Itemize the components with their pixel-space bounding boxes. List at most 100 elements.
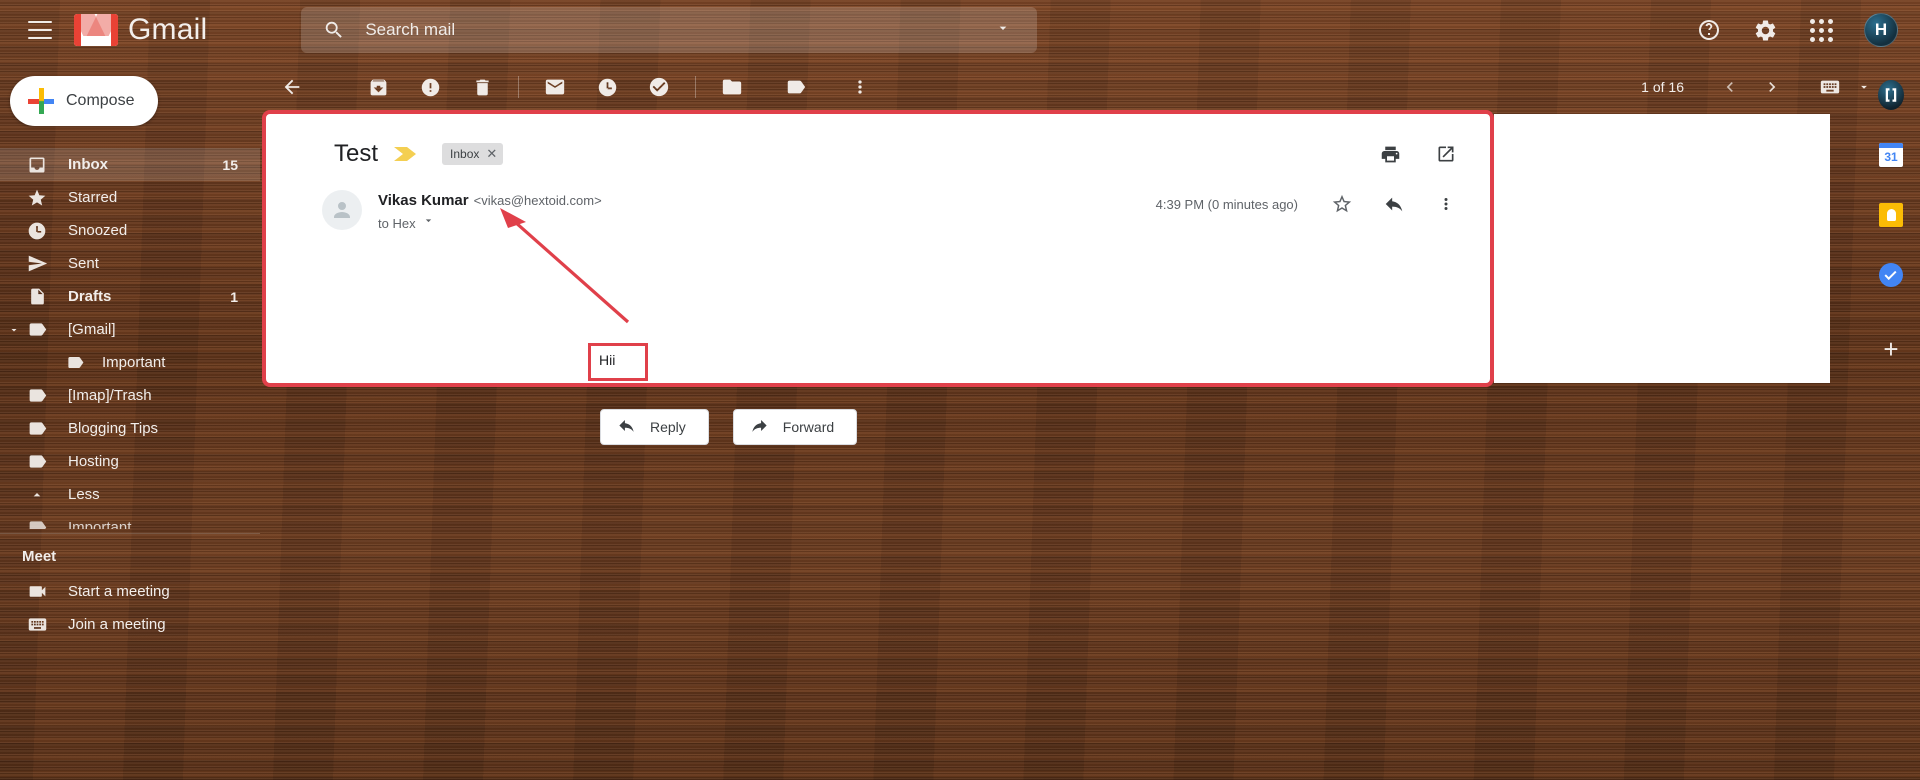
more-vertical-icon[interactable]	[1434, 192, 1458, 216]
report-spam-button[interactable]	[410, 67, 450, 107]
sidebar-item-important-partial[interactable]: Important	[0, 511, 260, 529]
pagination-range: 1 of 16	[1641, 79, 1684, 95]
google-calendar-icon[interactable]: 31	[1878, 142, 1904, 168]
header-actions: H	[1696, 0, 1920, 60]
sender-name: Vikas Kumar	[378, 192, 469, 209]
subject-row: Test Inbox ✕	[266, 114, 1490, 168]
sidebar-item-label: [Gmail]	[68, 321, 116, 338]
labels-button[interactable]	[776, 67, 816, 107]
sidebar-item-label: Hosting	[68, 453, 119, 470]
sidebar-scroll-clip: Important	[0, 511, 260, 529]
snooze-button[interactable]	[587, 67, 627, 107]
importance-marker-icon[interactable]	[394, 145, 420, 163]
more-options-button[interactable]	[840, 67, 880, 107]
apps-grid-icon[interactable]	[1808, 17, 1834, 43]
sidebar-item-label: Less	[68, 486, 100, 503]
forward-arrow-icon	[750, 416, 769, 438]
plus-icon: +	[1883, 334, 1899, 364]
calendar-day-number: 31	[1884, 150, 1898, 164]
sidebar-item-start-a-meeting[interactable]: Start a meeting	[0, 575, 260, 608]
sidebar-item-less[interactable]: Less	[0, 478, 260, 511]
sidebar-item-important[interactable]: Important	[0, 346, 260, 379]
keyboard-icon	[26, 614, 48, 636]
page-title: Test	[334, 140, 379, 167]
star-outline-icon[interactable]	[1330, 192, 1354, 216]
compose-button[interactable]: Compose	[10, 76, 158, 126]
add-on-button[interactable]: +	[1878, 336, 1904, 362]
recipient-row[interactable]: to Hex	[378, 214, 602, 232]
pagination: 1 of 16	[1641, 69, 1874, 105]
forward-button-label: Forward	[782, 419, 835, 435]
clock-icon	[26, 220, 48, 242]
gmail-envelope-icon	[74, 14, 118, 46]
mark-as-unread-button[interactable]	[535, 67, 575, 107]
sidebar-item-sent[interactable]: Sent	[0, 247, 260, 280]
message-pane-actions	[1378, 142, 1458, 166]
plus-icon	[28, 88, 54, 114]
toolbar-divider	[695, 76, 696, 98]
profile-badge-icon[interactable]	[1878, 80, 1904, 110]
sidebar-item-label: Blogging Tips	[68, 420, 159, 437]
sidebar-item-imap-trash[interactable]: [Imap]/Trash	[0, 379, 260, 412]
message-meta-actions: 4:39 PM (0 minutes ago)	[1156, 192, 1458, 216]
label-chip-inbox[interactable]: Inbox ✕	[442, 143, 504, 165]
google-tasks-icon[interactable]	[1878, 262, 1904, 288]
label-icon	[26, 418, 48, 440]
toolbar-divider	[518, 76, 519, 98]
reply-arrow-icon[interactable]	[1382, 192, 1406, 216]
message-pane: Test Inbox ✕ Vikas Kumar <vikas@hextoid.c…	[266, 114, 1490, 445]
label-icon	[26, 451, 48, 473]
search-icon	[323, 19, 345, 41]
archive-button[interactable]	[358, 67, 398, 107]
help-icon[interactable]	[1696, 17, 1722, 43]
sender-details: Vikas Kumar <vikas@hextoid.com> to Hex	[378, 190, 602, 232]
search-input[interactable]: Search mail	[365, 20, 995, 40]
search-options-chevron-down-icon[interactable]	[995, 20, 1011, 41]
avatar[interactable]: H	[1864, 13, 1898, 47]
reply-button[interactable]: Reply	[600, 409, 709, 445]
recipient-chevron-down-icon[interactable]	[422, 214, 435, 232]
sidebar-item-snoozed[interactable]: Snoozed	[0, 214, 260, 247]
label-chip-text: Inbox	[450, 147, 480, 161]
sidebar-item-join-a-meeting[interactable]: Join a meeting	[0, 608, 260, 641]
next-page-button[interactable]	[1754, 69, 1790, 105]
sidebar-item-blogging-tips[interactable]: Blogging Tips	[0, 412, 260, 445]
close-icon[interactable]: ✕	[486, 146, 497, 162]
drafts-count: 1	[230, 288, 238, 305]
sidebar-item-hosting[interactable]: Hosting	[0, 445, 260, 478]
add-to-tasks-button[interactable]	[639, 67, 679, 107]
delete-button[interactable]	[462, 67, 502, 107]
gmail-wordmark: Gmail	[128, 13, 208, 46]
sender-avatar	[322, 190, 362, 230]
sidebar: Compose Inbox 15 Starred Snoozed Sent Dr…	[0, 60, 260, 780]
draft-icon	[26, 286, 48, 308]
back-to-inbox-button[interactable]	[272, 67, 312, 107]
chevron-down-icon[interactable]	[8, 324, 20, 336]
input-tools-keyboard-icon[interactable]	[1812, 69, 1848, 105]
forward-button[interactable]: Forward	[732, 409, 858, 445]
previous-page-button[interactable]	[1712, 69, 1748, 105]
open-in-new-icon[interactable]	[1434, 142, 1458, 166]
sender-line: Vikas Kumar <vikas@hextoid.com>	[378, 192, 602, 210]
sidebar-item-gmail-folder[interactable]: [Gmail]	[0, 313, 260, 346]
search-bar[interactable]: Search mail	[301, 7, 1038, 53]
video-camera-icon	[26, 581, 48, 603]
sidebar-item-label: Important	[68, 519, 132, 529]
sidebar-item-label: Sent	[68, 255, 99, 272]
move-to-button[interactable]	[712, 67, 752, 107]
gear-icon[interactable]	[1752, 17, 1778, 43]
gmail-logo[interactable]: Gmail	[74, 13, 207, 47]
hamburger-menu-icon[interactable]	[28, 21, 52, 39]
google-keep-icon[interactable]	[1878, 202, 1904, 228]
sidebar-item-drafts[interactable]: Drafts 1	[0, 280, 260, 313]
sidebar-item-starred[interactable]: Starred	[0, 181, 260, 214]
reply-arrow-icon	[617, 416, 636, 438]
message-toolbar: 1 of 16	[260, 60, 1920, 114]
side-panel: 31 +	[1862, 60, 1920, 780]
inbox-icon	[26, 154, 48, 176]
sidebar-item-inbox[interactable]: Inbox 15	[0, 148, 260, 181]
sender-row: Vikas Kumar <vikas@hextoid.com> to Hex 4:…	[266, 168, 1490, 232]
sidebar-item-label: Start a meeting	[68, 583, 170, 600]
label-icon	[26, 385, 48, 407]
printer-icon[interactable]	[1378, 142, 1402, 166]
